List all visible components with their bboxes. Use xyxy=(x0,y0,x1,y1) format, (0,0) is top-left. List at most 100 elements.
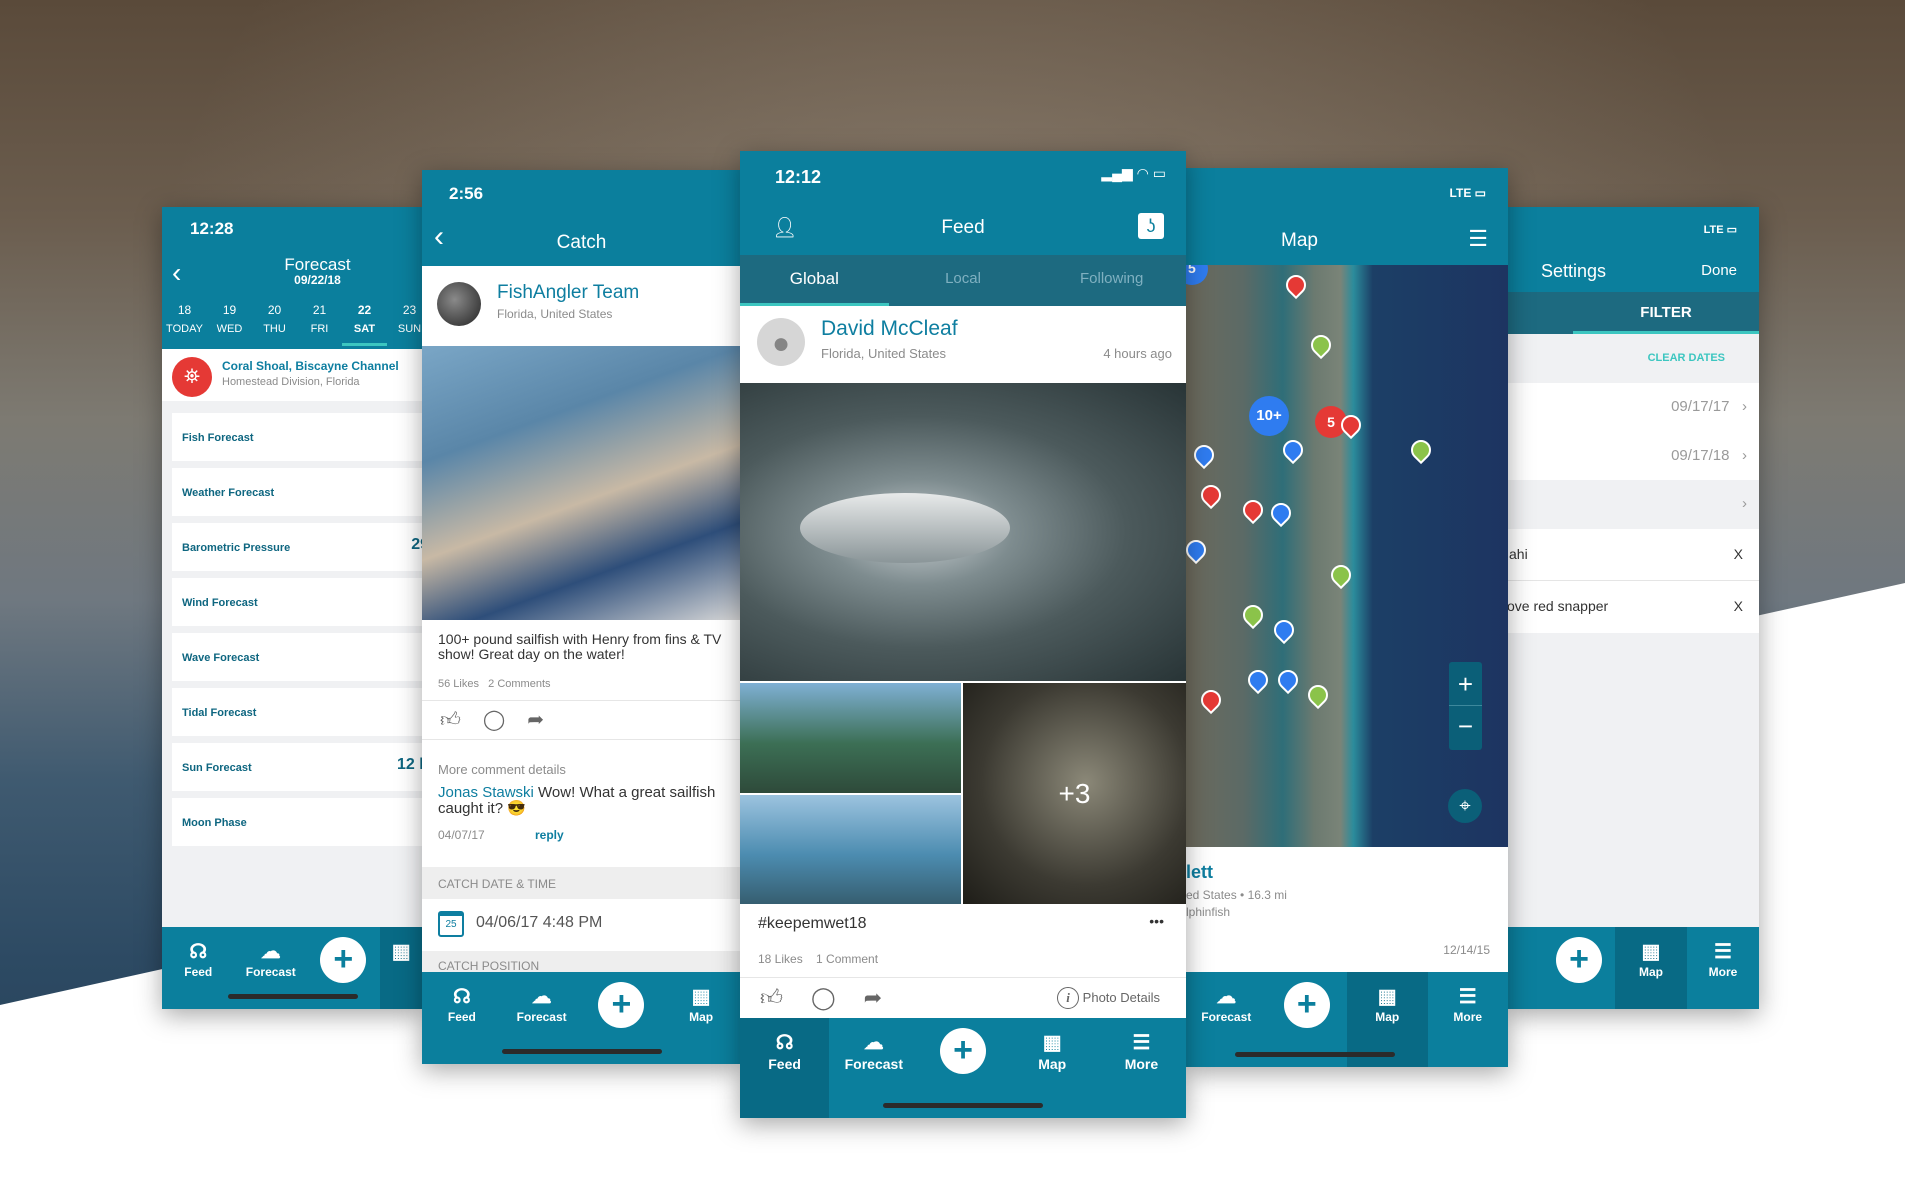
done-button[interactable]: Done xyxy=(1701,262,1737,279)
day-tab[interactable]: 22 SAT xyxy=(342,303,387,346)
nav-map[interactable]: ▦ xyxy=(379,927,423,1009)
nav-more[interactable]: ☰ More xyxy=(1097,1018,1186,1118)
map-pin[interactable] xyxy=(1303,680,1333,710)
location-name: Coral Shoal, Biscayne Channel xyxy=(222,359,399,373)
forecast-item[interactable]: Barometric Pressure29 xyxy=(172,523,423,571)
grid-photo[interactable] xyxy=(740,683,961,793)
day-tab[interactable]: 23 SUN xyxy=(387,303,423,346)
nav-feed[interactable]: ☊ Feed xyxy=(162,927,235,1009)
nav-more[interactable]: ☰ More xyxy=(1687,927,1759,1009)
forecast-item[interactable]: Weather Forecast xyxy=(172,468,423,516)
comments-count[interactable]: 1 Comment xyxy=(816,952,878,966)
comments-count[interactable]: 2 Comments xyxy=(488,678,550,690)
forecast-item-label: Wave Forecast xyxy=(182,652,260,664)
day-number: 19 xyxy=(222,303,237,317)
map-pin[interactable] xyxy=(1269,615,1299,645)
day-tab[interactable]: 19 WED xyxy=(207,303,252,346)
map-pin[interactable] xyxy=(1189,440,1219,470)
locate-me-icon[interactable]: ⌖ xyxy=(1448,789,1482,823)
nav-add[interactable]: + xyxy=(1543,927,1615,1009)
more-options-button[interactable]: ••• xyxy=(1149,913,1164,929)
catch-photo[interactable] xyxy=(422,346,741,620)
remove-filter-button[interactable]: X xyxy=(1734,598,1743,614)
day-name: THU xyxy=(263,323,286,335)
map-pin[interactable] xyxy=(1306,330,1336,360)
cluster-marker[interactable]: 10+ xyxy=(1249,396,1289,436)
tab-local[interactable]: Local xyxy=(889,255,1038,306)
settings-screen: LTE ▭ Settings Done FILTER CLEAR DATES 0… xyxy=(1507,207,1759,1009)
forecast-item[interactable]: Tidal Forecast xyxy=(172,688,423,736)
hamburger-icon: ☰ xyxy=(1458,986,1477,1008)
share-icon[interactable]: ➦ xyxy=(527,709,566,731)
species-row-chevron[interactable]: › xyxy=(1742,495,1747,512)
page-title: Map xyxy=(1281,230,1318,251)
map-pin[interactable] xyxy=(1196,685,1226,715)
reply-link[interactable]: reply xyxy=(535,828,564,842)
forecast-item[interactable]: Moon Phase xyxy=(172,798,423,846)
like-icon[interactable]: 👍︎ xyxy=(760,985,811,1010)
map-pin[interactable] xyxy=(1238,600,1268,630)
remove-filter-button[interactable]: X xyxy=(1734,546,1743,562)
map-pin[interactable] xyxy=(1278,435,1308,465)
map-pin[interactable] xyxy=(1281,270,1311,300)
comment-icon[interactable]: ◯ xyxy=(483,709,527,731)
day-tab[interactable]: 18 TODAY xyxy=(162,303,207,346)
weather-icon: ☁ xyxy=(531,986,552,1008)
like-icon[interactable]: 👍︎ xyxy=(440,709,483,731)
map-pin-icon: ▦ xyxy=(1042,1032,1062,1054)
share-icon[interactable]: ➦ xyxy=(864,985,910,1010)
nav-map[interactable]: ▦ Map xyxy=(1615,927,1687,1009)
comment-icon[interactable]: ◯ xyxy=(811,985,864,1010)
filter-sliders-icon[interactable]: ☰ xyxy=(1468,226,1488,252)
grid-photo[interactable] xyxy=(740,795,961,904)
map-pin[interactable] xyxy=(1266,498,1296,528)
forecast-item-label: Wind Forecast xyxy=(182,597,258,609)
section-date-header: CATCH DATE & TIME xyxy=(422,867,741,899)
comment-author[interactable]: Jonas Stawski xyxy=(438,784,534,801)
nav-forecast[interactable] xyxy=(1507,927,1543,1009)
spot-name[interactable]: lett xyxy=(1186,862,1213,883)
photo-details-button[interactable]: i Photo Details xyxy=(1057,987,1160,1009)
day-tab[interactable]: 21 FRI xyxy=(297,303,342,346)
nav-map[interactable]: ▦ Map xyxy=(661,972,741,1064)
map-pin[interactable] xyxy=(1243,665,1273,695)
map-pin[interactable] xyxy=(1326,560,1356,590)
map-view[interactable]: 5 10+ 5 + − ⌖ xyxy=(1186,265,1508,847)
avatar[interactable]: ● xyxy=(757,318,805,366)
nav-feed[interactable]: ☊ Feed xyxy=(740,1018,830,1118)
avatar[interactable] xyxy=(437,282,481,326)
forecast-screen: 12:28 ‹ Forecast 09/22/18 18 TODAY 19 WED 20… xyxy=(162,207,423,1009)
start-date-row[interactable]: 09/17/17 › xyxy=(1671,398,1747,415)
cluster-marker[interactable]: 5 xyxy=(1186,265,1208,285)
map-pin[interactable] xyxy=(1186,535,1211,565)
more-comments-link[interactable]: More comment details xyxy=(438,762,566,777)
map-pin[interactable] xyxy=(1196,480,1226,510)
day-tab[interactable]: 20 THU xyxy=(252,303,297,346)
nav-label: Map xyxy=(689,1010,714,1024)
fishing-hook-icon[interactable]: ʖ xyxy=(1138,213,1164,239)
location-card[interactable]: ⛯ Coral Shoal, Biscayne Channel Homestea… xyxy=(162,349,423,401)
zoom-in-button[interactable]: + xyxy=(1449,662,1482,706)
map-pin[interactable] xyxy=(1273,665,1303,695)
tab-filter[interactable]: FILTER xyxy=(1573,292,1759,334)
clear-dates-button[interactable]: CLEAR DATES xyxy=(1648,352,1725,364)
forecast-item[interactable]: Sun Forecast 12 h xyxy=(172,743,423,791)
page-title: Catch xyxy=(556,232,607,253)
end-date-row[interactable]: 09/17/18 › xyxy=(1671,447,1747,464)
forecast-item[interactable]: Fish Forecast xyxy=(172,413,423,461)
nav-more[interactable]: ☰ More xyxy=(1428,972,1509,1067)
nav-feed[interactable]: ☊ Feed xyxy=(422,972,502,1064)
tab-global[interactable]: Global xyxy=(740,255,889,306)
user-name[interactable]: FishAngler Team xyxy=(497,282,639,304)
back-icon[interactable]: ‹ xyxy=(172,257,181,289)
forecast-item[interactable]: Wave Forecast xyxy=(172,633,423,681)
user-name[interactable]: David McCleaf xyxy=(821,317,958,341)
tab-following[interactable]: Following xyxy=(1037,255,1186,306)
comment: Jonas Stawski Wow! What a great sailfish… xyxy=(438,785,741,817)
map-pin[interactable] xyxy=(1406,435,1436,465)
map-pin[interactable] xyxy=(1238,495,1268,525)
main-photo[interactable] xyxy=(740,383,1186,681)
more-photos-tile[interactable]: +3 xyxy=(963,683,1186,904)
forecast-item[interactable]: Wind Forecast xyxy=(172,578,423,626)
zoom-out-button[interactable]: − xyxy=(1449,706,1482,750)
